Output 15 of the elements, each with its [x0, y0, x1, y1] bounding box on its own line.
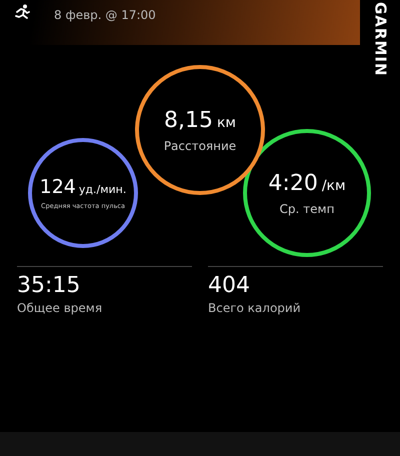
stat-value: 404 [208, 273, 251, 300]
metric-value: 8,15 [164, 108, 213, 132]
metric-value: 124 [40, 176, 76, 198]
stat-value: 35:15 [17, 273, 82, 300]
runner-icon [14, 4, 30, 22]
metric-value: 4:20 [268, 170, 318, 196]
stat-label: Общее время [17, 301, 104, 316]
metric-unit: км [216, 114, 236, 130]
metric-label: Ср. темп [280, 202, 334, 216]
brand-logo: GARMIN [372, 2, 388, 79]
activity-date: 8 февр. @ 17:00 [54, 8, 156, 22]
metric-unit: /км [322, 178, 346, 194]
metric-label: Расстояние [164, 138, 236, 152]
stat-label: Всего калорий [208, 301, 302, 316]
metric-unit: уд./мин. [78, 183, 126, 196]
